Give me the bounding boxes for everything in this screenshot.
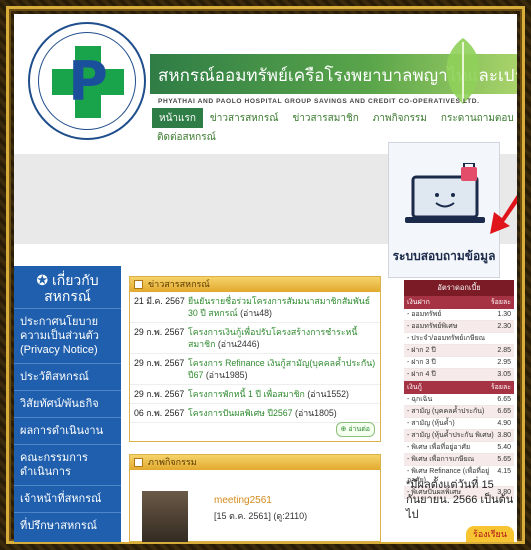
site-header: P สหกรณ์ออมทรัพย์เครือโรงพยาบาลพญาไทและเ… [14, 14, 517, 154]
rate-row: - สามัญ (บุคคลค้ำประกัน) 6.65 [404, 406, 514, 418]
sidebar-item-committee[interactable]: คณะกรรมการดำเนินการ [14, 444, 121, 485]
about-sidebar: ✪ เกี่ยวกับสหกรณ์ ประกาศนโยบายความเป็นส่… [14, 266, 121, 542]
site-subtitle: PHYATHAI AND PAOLO HOSPITAL GROUP SAVING… [158, 98, 480, 105]
rate-row: - ประจำ/ออมทรัพย์เกษียณ [404, 333, 514, 345]
rates-title: อัตราดอกเบี้ย [404, 280, 514, 296]
news-row[interactable]: 29 ก.พ. 2567 โครงการเงินกู้เพื่อปรับโครง… [130, 323, 380, 354]
activity-panel: ภาพกิจกรรม meeting2561 [15 ต.ค. 2561] (ด… [129, 454, 381, 542]
rate-row: - ออมทรัพย์พิเศษ 2.30 [404, 321, 514, 333]
activity-date: [15 ต.ค. 2561] (ดู:2110) [214, 511, 308, 521]
news-row[interactable]: 21 มี.ค. 2567 ยืนยันรายชื่อร่วมโครงการสั… [130, 292, 380, 323]
nav-member-news[interactable]: ข่าวสารสมาชิก [285, 108, 365, 128]
sidebar-item-history[interactable]: ประวัติสหกรณ์ [14, 363, 121, 390]
sidebar-item-advisors[interactable]: ที่ปรึกษาสหกรณ์ [14, 512, 121, 539]
rate-row: - ออมทรัพย์ 1.30 [404, 309, 514, 321]
red-arrow-icon [490, 194, 517, 234]
news-icon [134, 280, 143, 289]
rate-row: - ฝาก 3 ปี 2.95 [404, 357, 514, 369]
news-panel: ข่าวสารสหกรณ์ 21 มี.ค. 2567 ยืนยันรายชื่… [129, 276, 381, 442]
deposit-header: เงินฝาก ร้อยละ [404, 296, 514, 309]
center-column: ข่าวสารสหกรณ์ 21 มี.ค. 2567 ยืนยันรายชื่… [129, 276, 381, 542]
loan-header: เงินกู้ ร้อยละ [404, 381, 514, 394]
sidebar-item-performance[interactable]: ผลการดำเนินงาน [14, 417, 121, 444]
sidebar-item-privacy[interactable]: ประกาศนโยบายความเป็นส่วนตัว (Privacy Not… [14, 308, 121, 363]
activity-title[interactable]: meeting2561 [214, 495, 272, 506]
nav-contact[interactable]: ติดต่อสหกรณ์ [157, 130, 216, 145]
complaint-badge[interactable]: ร้องเรียน [466, 526, 514, 542]
main-nav: หน้าแรก ข่าวสารสหกรณ์ ข่าวสารสมาชิก ภาพก… [152, 108, 517, 128]
leaf-icon [446, 38, 480, 104]
news-panel-header: ข่าวสารสหกรณ์ [130, 277, 380, 292]
web-page: P สหกรณ์ออมทรัพย์เครือโรงพยาบาลพญาไทและเ… [14, 14, 517, 542]
logo-letter-p: P [68, 50, 108, 113]
sidebar-item-staff[interactable]: เจ้าหน้าที่สหกรณ์ [14, 485, 121, 512]
rate-row: - ฝาก 2 ปี 2.85 [404, 345, 514, 357]
nav-home[interactable]: หน้าแรก [152, 108, 203, 128]
rate-row: - ฝาก 4 ปี 3.05 [404, 369, 514, 381]
news-row[interactable]: 06 ก.พ. 2567 โครงการปันผลพิเศษ ปี2567 (อ… [130, 404, 380, 423]
star-icon: ✪ [36, 272, 52, 288]
news-more-button[interactable]: ⊕ อ่านต่อ [335, 422, 375, 437]
rate-row: - พิเศษ เพื่อการเกษียณ 5.65 [404, 454, 514, 466]
inquiry-system-label: ระบบสอบถามข้อมูล [392, 249, 496, 263]
photo-icon [134, 458, 143, 467]
news-row[interactable]: 29 ก.พ. 2567 โครงการ Refinance เงินกู้สา… [130, 354, 380, 385]
nav-activities[interactable]: ภาพกิจกรรม [366, 108, 434, 128]
effective-date-notice: *มีผลตั้งแต่วันที่ 15 กันยายน. 2566 เป็น… [406, 479, 514, 521]
rate-row: - สามัญ (หุ้นค้ำประกัน พิเศษ) 3.80 [404, 430, 514, 442]
rate-row: - พิเศษ เพื่อที่อยู่อาศัย 5.40 [404, 442, 514, 454]
sidebar-heading: ✪ เกี่ยวกับสหกรณ์ [36, 272, 99, 304]
nav-qa-board[interactable]: กระดานถามตอบ [434, 108, 517, 128]
nav-coop-news[interactable]: ข่าวสารสหกรณ์ [203, 108, 286, 128]
sidebar-item-vision[interactable]: วิสัยทัศน์/พันธกิจ [14, 390, 121, 417]
coop-logo[interactable]: P [28, 22, 146, 140]
news-row[interactable]: 29 ก.พ. 2567 โครงการพักหนี้ 1 ปี เพื่อสม… [130, 385, 380, 404]
activity-panel-header: ภาพกิจกรรม [130, 455, 380, 470]
title-banner: สหกรณ์ออมทรัพย์เครือโรงพยาบาลพญาไทและเปา… [150, 38, 517, 104]
rate-row: - สามัญ (หุ้นค้ำ) 4.90 [404, 418, 514, 430]
rate-row: - ฉุกเฉิน 6.65 [404, 394, 514, 406]
interest-rate-table: อัตราดอกเบี้ย เงินฝาก ร้อยละ - ออมทรัพย์ 1… [404, 280, 514, 499]
laptop-lock-icon [405, 163, 485, 223]
activity-thumbnail[interactable] [142, 491, 188, 542]
